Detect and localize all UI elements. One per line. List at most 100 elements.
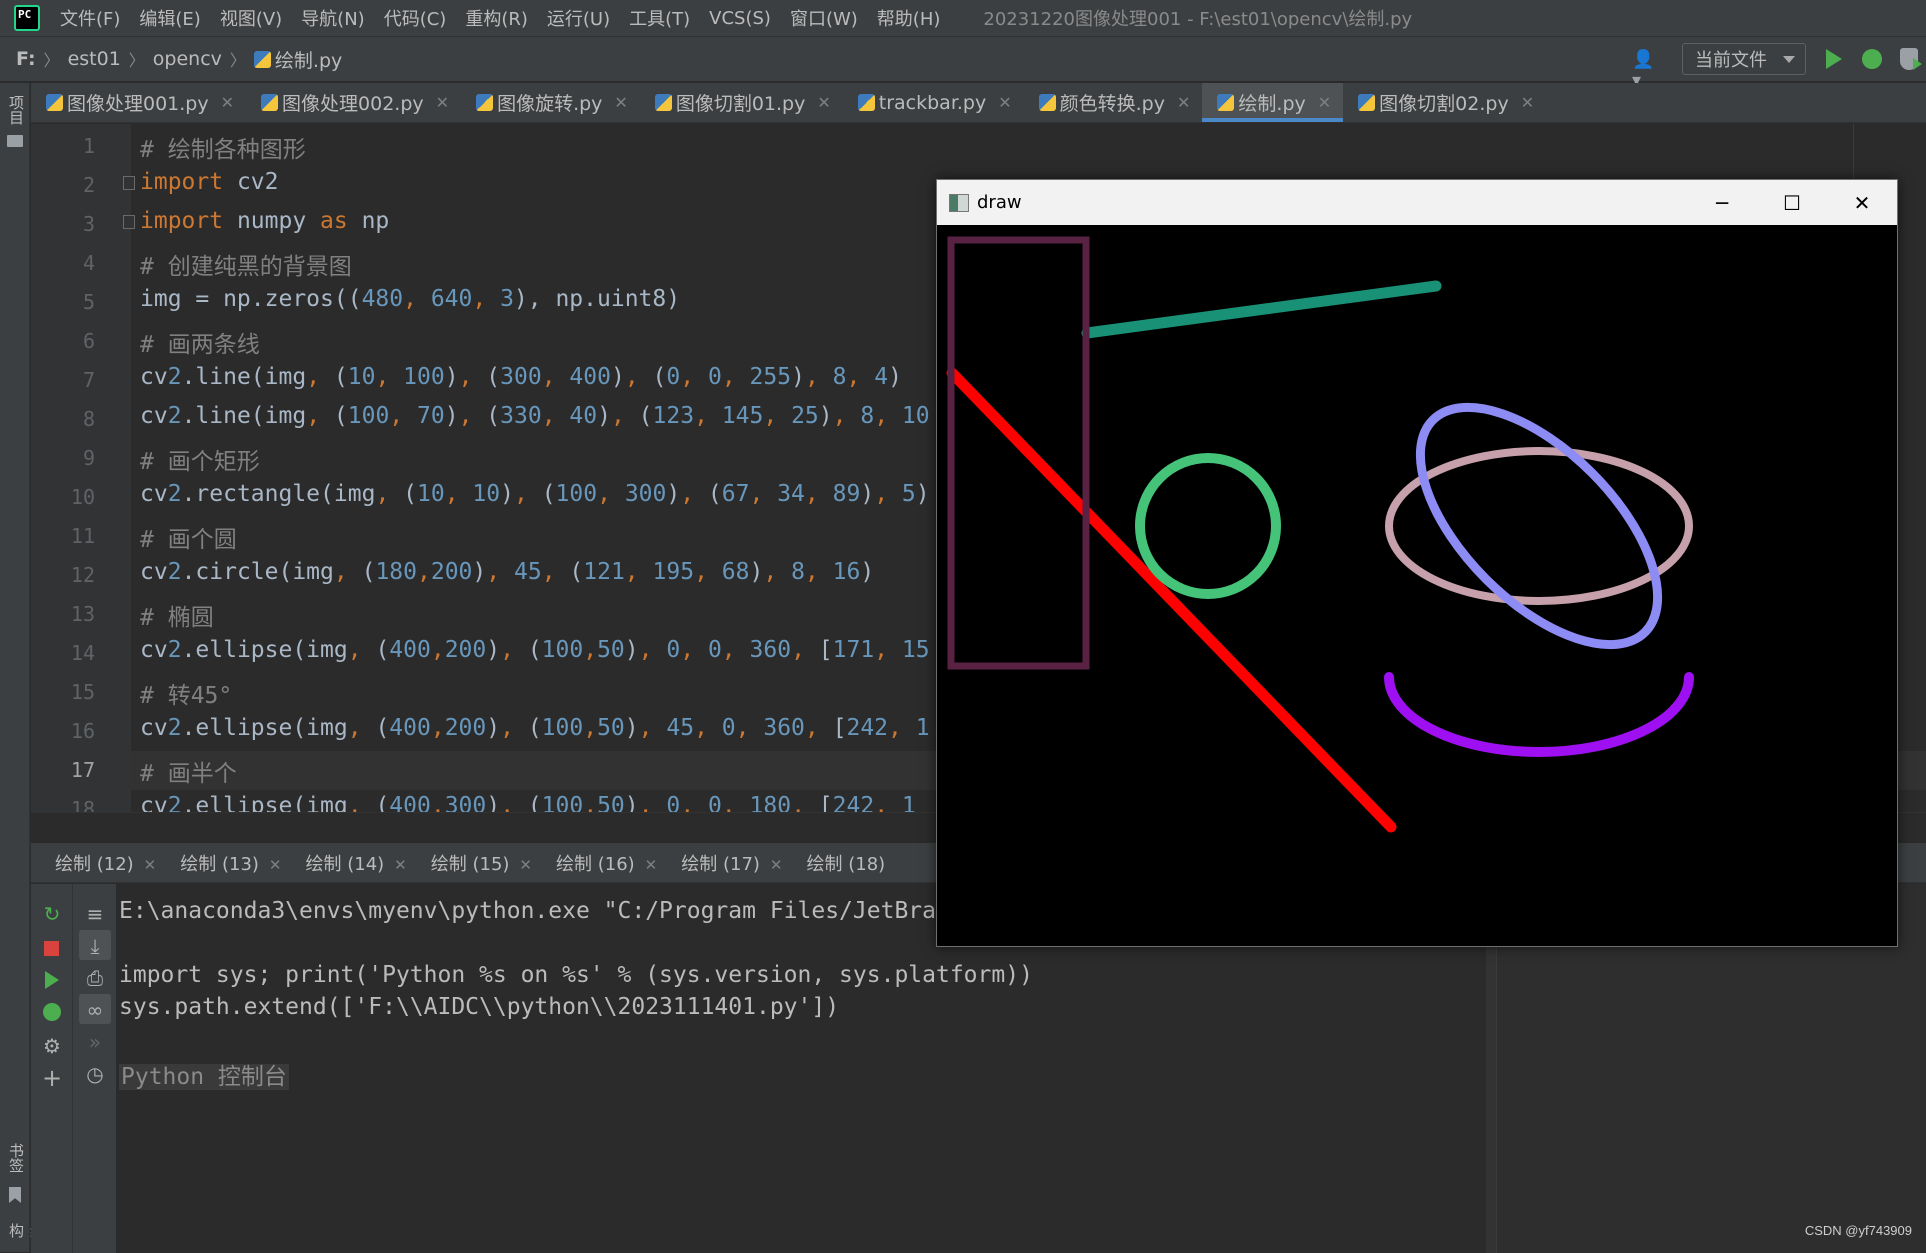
coverage-button[interactable]	[1900, 48, 1918, 70]
run-tab-12[interactable]: 绘制 (12)✕	[55, 850, 156, 876]
line-number: 18	[31, 797, 95, 812]
close-icon[interactable]: ✕	[436, 93, 449, 112]
line-number: 3	[31, 212, 95, 236]
draw-window-titlebar[interactable]: draw ─ ☐ ✕	[937, 180, 1897, 225]
menu-refactor[interactable]: 重构(R)	[465, 5, 528, 31]
menu-code[interactable]: 代码(C)	[384, 5, 447, 31]
tab-image-cut-02[interactable]: 图像切割02.py✕	[1343, 83, 1546, 122]
close-icon[interactable]: ✕	[221, 93, 234, 112]
editor-tab-bar: 图像处理001.py✕ 图像处理002.py✕ 图像旋转.py✕ 图像切割01.…	[31, 83, 1926, 123]
run-configuration-select[interactable]: 当前文件	[1682, 43, 1806, 75]
breadcrumb-opencv[interactable]: opencv	[153, 48, 222, 70]
breadcrumb-separator-icon: 〉	[44, 47, 60, 71]
minimize-icon[interactable]: ─	[1687, 180, 1757, 225]
line-number: 4	[31, 251, 95, 275]
close-icon[interactable]: ✕	[269, 856, 282, 874]
stop-icon[interactable]	[44, 941, 59, 956]
python-file-icon	[858, 94, 875, 111]
execute-icon[interactable]: »	[80, 1030, 110, 1054]
line-number: 2	[31, 173, 95, 197]
run-button[interactable]	[1826, 49, 1842, 69]
run-tab-14[interactable]: 绘制 (14)✕	[306, 850, 407, 876]
settings-gear-icon[interactable]: ⚙	[37, 1034, 67, 1058]
tab-image-rotation[interactable]: 图像旋转.py✕	[461, 83, 640, 122]
console-actions-toolbar: ≡ ⤓ ⎙ ∞ » ◷	[73, 884, 117, 1253]
tab-image-cut-01[interactable]: 图像切割01.py✕	[640, 83, 843, 122]
close-icon[interactable]: ✕	[998, 93, 1011, 112]
close-icon[interactable]: ✕	[1521, 93, 1534, 112]
ellipse-shape	[1389, 451, 1689, 601]
python-file-icon	[261, 94, 278, 111]
close-icon[interactable]: ✕	[817, 93, 830, 112]
menu-edit[interactable]: 编辑(E)	[139, 5, 200, 31]
rerun-icon[interactable]: ↻	[37, 902, 67, 926]
code-line: img = np.zeros((480, 640, 3), np.uint8)	[140, 286, 680, 312]
project-tool-button[interactable]: 项目	[6, 95, 27, 125]
code-line: import numpy as np	[140, 208, 389, 234]
tab-image-processing-002[interactable]: 图像处理002.py✕	[246, 83, 461, 122]
tab-trackbar[interactable]: trackbar.py✕	[843, 83, 1024, 122]
line-number: 7	[31, 368, 95, 392]
maximize-icon[interactable]: ☐	[1757, 180, 1827, 225]
run-icon[interactable]	[45, 971, 59, 989]
menu-vcs[interactable]: VCS(S)	[709, 8, 771, 29]
menu-help[interactable]: 帮助(H)	[877, 5, 941, 31]
run-tab-17[interactable]: 绘制 (17)✕	[681, 850, 782, 876]
line-number: 13	[31, 602, 95, 626]
code-line: # 画半个	[140, 754, 237, 788]
menu-navigate[interactable]: 导航(N)	[301, 5, 365, 31]
window-title: 20231220图像处理001 - F:\est01\opencv\绘制.py	[983, 5, 1412, 31]
close-icon[interactable]: ✕	[1827, 180, 1897, 225]
close-icon[interactable]: ✕	[519, 856, 532, 874]
menu-window[interactable]: 窗口(W)	[790, 5, 858, 31]
run-tab-13[interactable]: 绘制 (13)✕	[180, 850, 281, 876]
line-number: 5	[31, 290, 95, 314]
run-tab-18[interactable]: 绘制 (18)	[807, 850, 886, 876]
soft-wrap-icon[interactable]: ≡	[80, 902, 110, 926]
red-line-shape	[952, 373, 1391, 827]
teal-line-shape	[1087, 286, 1436, 333]
breadcrumb-drive[interactable]: F:	[16, 48, 36, 70]
fold-marker-icon[interactable]	[123, 176, 135, 190]
toolbar-right: 👤▾ 当前文件	[1632, 37, 1926, 81]
line-number: 12	[31, 563, 95, 587]
run-tab-16[interactable]: 绘制 (16)✕	[556, 850, 657, 876]
add-icon[interactable]: +	[37, 1066, 67, 1090]
tab-color-convert[interactable]: 颜色转换.py✕	[1024, 83, 1203, 122]
python-file-icon	[46, 94, 63, 111]
run-tab-15[interactable]: 绘制 (15)✕	[431, 850, 532, 876]
close-icon[interactable]: ✕	[614, 93, 627, 112]
code-line: # 椭圆	[140, 598, 214, 632]
chevron-down-icon	[1783, 56, 1795, 63]
user-icon[interactable]: 👤▾	[1632, 49, 1656, 69]
debug-button[interactable]	[1862, 49, 1882, 69]
run-configuration-label: 当前文件	[1695, 46, 1767, 72]
line-number: 8	[31, 407, 95, 431]
close-icon[interactable]: ✕	[770, 856, 783, 874]
fold-marker-icon[interactable]	[123, 215, 135, 229]
breadcrumb-file[interactable]: 绘制.py	[275, 46, 342, 73]
code-line: cv2.ellipse(img, (400,200), (100,50), 0,…	[140, 637, 930, 663]
line-number: 11	[31, 524, 95, 548]
close-icon[interactable]: ✕	[394, 856, 407, 874]
breadcrumb-est01[interactable]: est01	[68, 48, 121, 70]
close-icon[interactable]: ✕	[1318, 93, 1331, 112]
console-line: E:\anaconda3\envs\myenv\python.exe "C:/P…	[119, 898, 936, 924]
menu-tools[interactable]: 工具(T)	[629, 5, 690, 31]
console-input-line[interactable]: Python 控制台	[119, 1057, 289, 1091]
menu-view[interactable]: 视图(V)	[220, 5, 282, 31]
code-line: cv2.line(img, (100, 70), (330, 40), (123…	[140, 403, 930, 429]
debug-icon[interactable]	[43, 1003, 61, 1021]
menu-run[interactable]: 运行(U)	[547, 5, 610, 31]
tab-draw[interactable]: 绘制.py✕	[1202, 83, 1343, 122]
tab-image-processing-001[interactable]: 图像处理001.py✕	[31, 83, 246, 122]
bookmarks-tool-button[interactable]: 书签	[6, 1143, 27, 1173]
line-number: 10	[31, 485, 95, 509]
close-icon[interactable]: ✕	[645, 856, 658, 874]
history-clock-icon[interactable]: ◷	[80, 1062, 110, 1086]
print-icon[interactable]: ⎙	[80, 966, 110, 990]
close-icon[interactable]: ✕	[1177, 93, 1190, 112]
console-line: import sys; print('Python %s on %s' % (s…	[119, 962, 1033, 988]
close-icon[interactable]: ✕	[144, 856, 157, 874]
menu-file[interactable]: 文件(F)	[60, 5, 120, 31]
